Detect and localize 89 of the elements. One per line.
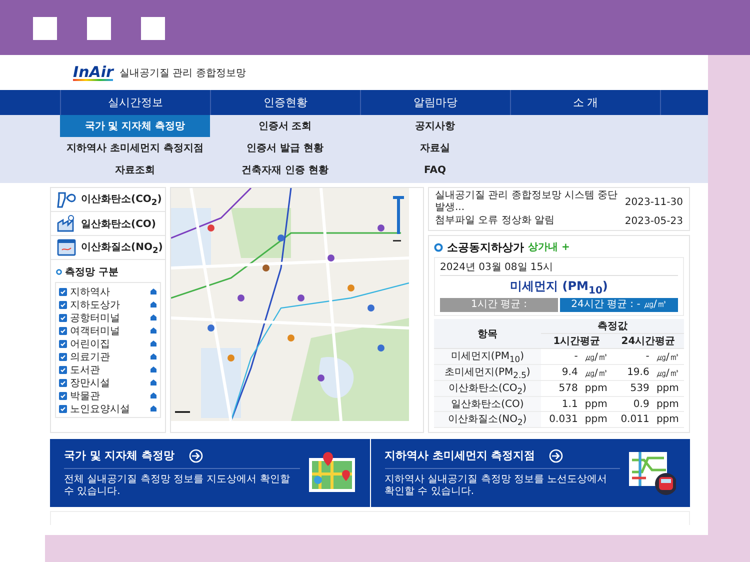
table-header: 24시간평균 bbox=[612, 334, 684, 349]
banner-title: 지하역사 초미세먼지 측정지점 bbox=[384, 448, 536, 463]
table-cell: 일산화탄소(CO) bbox=[434, 396, 541, 412]
timestamp: 2024년 03월 08일 15시 bbox=[440, 260, 678, 276]
table-cell: ppm bbox=[651, 396, 684, 412]
average-tab[interactable]: 24시간 평균 : - ㎍/㎥ bbox=[560, 298, 678, 312]
table-cell: 9.4 bbox=[540, 364, 580, 381]
table-cell: - bbox=[540, 348, 580, 365]
logo[interactable]: InAir bbox=[73, 64, 114, 80]
checkbox-label: 노인요양시설 bbox=[70, 402, 131, 416]
notice-date: 2023-05-23 bbox=[624, 216, 683, 226]
checkbox[interactable] bbox=[59, 314, 67, 322]
table-header: 1시간평균 bbox=[540, 334, 612, 349]
checkbox-label: 어린이집 bbox=[70, 338, 111, 350]
checkbox[interactable] bbox=[59, 300, 67, 308]
table-cell: 0.9 bbox=[612, 396, 652, 412]
checkbox[interactable] bbox=[59, 392, 67, 400]
pollutant-menu-item[interactable]: 이산화질소(NO$_{2}$) bbox=[51, 236, 165, 260]
banner-description: 전체 실내공기질 측정망 정보를 지도상에서 확인할 수 있습니다. bbox=[64, 468, 300, 498]
table-cell: 미세먼지(PM$_{10}$) bbox=[434, 348, 541, 365]
submenu-item[interactable]: 자료조회 bbox=[60, 159, 210, 181]
table-cell: ppm bbox=[651, 380, 684, 397]
table-cell: 이산화탄소(CO$_{2}$) bbox=[434, 380, 541, 397]
submenu-item[interactable]: 건축자재 인증 현황 bbox=[210, 159, 360, 181]
checkbox[interactable] bbox=[59, 404, 67, 412]
table-cell: 1.1 bbox=[540, 396, 580, 412]
submenu-item[interactable]: 자료실 bbox=[360, 137, 510, 159]
station-name: 소공동지하상가 bbox=[447, 240, 524, 254]
table-cell: 19.6 bbox=[612, 364, 652, 381]
checkbox[interactable] bbox=[59, 352, 67, 360]
site-title: 실내공기질 관리 종합정보망 bbox=[119, 66, 246, 80]
table-header: 항목 bbox=[434, 319, 541, 349]
square-icon bbox=[87, 17, 111, 40]
table-cell: 이산화질소(NO$_{2}$) bbox=[434, 412, 541, 428]
table-cell: 0.011 bbox=[612, 412, 652, 428]
banner-card[interactable]: 지하역사 초미세먼지 측정지점 지하역사 실내공기질 측정망 정보를 노선도상에서 확인할 수 있습니다. bbox=[370, 439, 690, 507]
banner-card[interactable]: 국가 및 지자체 측정망 전체 실내공기질 측정망 정보를 지도상에서 확인할 수 있습니다. bbox=[50, 439, 370, 507]
checkbox-label: 장만시설 bbox=[70, 376, 111, 390]
checkbox[interactable] bbox=[59, 326, 67, 334]
checkbox-label: 도서관 bbox=[70, 364, 101, 376]
table-cell: 578 bbox=[540, 380, 580, 397]
checkbox-label: 여객터미널 bbox=[70, 324, 121, 338]
table-cell: ppm bbox=[651, 412, 684, 428]
notice-title[interactable]: 실내공기질 관리 종합정보망 시스템 중단 발생... bbox=[435, 190, 619, 214]
checkbox[interactable] bbox=[59, 378, 67, 386]
checkbox-label: 지하역사 bbox=[70, 286, 111, 298]
section-title: 측정망 구분 bbox=[65, 266, 118, 279]
notice-title[interactable]: 첨부파일 오류 정상화 알림 bbox=[435, 215, 619, 227]
submenu-item[interactable]: 지하역사 초미세먼지 측정지점 bbox=[60, 137, 210, 159]
pollutant-menu-item[interactable]: 일산화탄소(CO) bbox=[51, 212, 165, 236]
square-icon bbox=[141, 17, 165, 40]
subway-map-icon bbox=[628, 450, 676, 496]
table-header: 측정값 bbox=[540, 319, 684, 334]
arrow-circle-icon[interactable] bbox=[549, 448, 564, 462]
table-cell: 초미세먼지(PM$_{2.5}$) bbox=[434, 364, 541, 381]
square-icon bbox=[33, 17, 57, 40]
checkbox[interactable] bbox=[59, 366, 67, 374]
table-cell: ㎍/㎥ bbox=[651, 364, 684, 381]
checkbox-label: 공항터미널 bbox=[70, 312, 121, 324]
monitor-icon bbox=[56, 238, 77, 257]
bottle-icon bbox=[56, 190, 77, 209]
checkbox-label: 박물관 bbox=[70, 390, 101, 402]
table-cell: ㎍/㎥ bbox=[580, 348, 612, 365]
checkbox[interactable] bbox=[59, 340, 67, 348]
table-cell: ㎍/㎥ bbox=[651, 348, 684, 365]
factory-icon bbox=[56, 214, 77, 233]
ring-icon bbox=[434, 242, 443, 252]
table-cell: 539 bbox=[612, 380, 652, 397]
notice-date: 2023-11-30 bbox=[624, 196, 683, 208]
pollutant-menu-item[interactable]: 이산화탄소(CO$_{2}$) bbox=[51, 188, 165, 212]
table-cell: ppm bbox=[580, 412, 612, 428]
table-cell: - bbox=[612, 348, 652, 365]
table-cell: ppm bbox=[580, 380, 612, 397]
checkbox-label: 의료기관 bbox=[70, 350, 111, 364]
table-cell: ppm bbox=[580, 396, 612, 412]
submenu-item[interactable]: 인증서 발급 현황 bbox=[210, 137, 360, 159]
submenu-item[interactable]: 공지사항 bbox=[360, 115, 510, 137]
banner-title: 국가 및 지자체 측정망 bbox=[64, 448, 174, 463]
submenu-item[interactable]: FAQ bbox=[360, 159, 510, 181]
checkbox-label: 지하도상가 bbox=[70, 298, 121, 312]
table-cell: 0.031 bbox=[540, 412, 580, 428]
table-cell: ㎍/㎥ bbox=[580, 364, 612, 381]
submenu-item[interactable]: 국가 및 지자체 측정망 bbox=[60, 115, 210, 137]
banner-description: 지하역사 실내공기질 측정망 정보를 노선도상에서 확인할 수 있습니다. bbox=[384, 468, 620, 498]
ring-icon bbox=[56, 269, 62, 275]
checkbox[interactable] bbox=[59, 288, 67, 296]
arrow-circle-icon[interactable] bbox=[188, 448, 202, 462]
pollutant-title: 미세먼지 (PM$_{10}$) bbox=[509, 278, 609, 298]
submenu-item[interactable]: 인증서 조회 bbox=[210, 115, 360, 137]
